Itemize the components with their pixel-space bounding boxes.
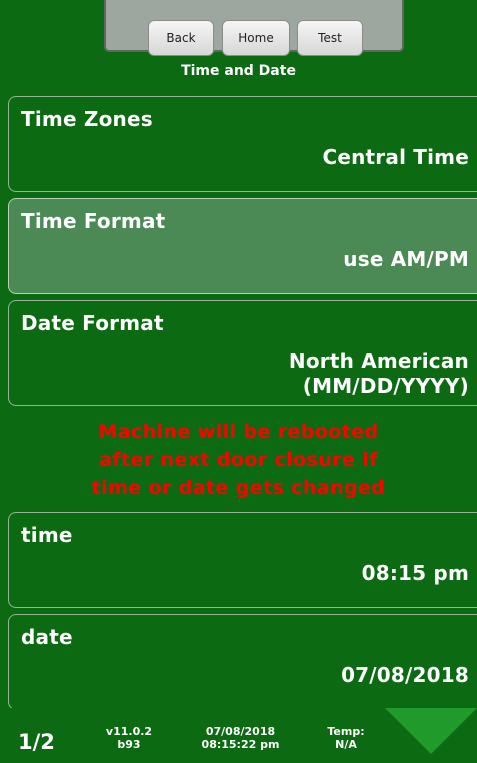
warning-line-1: Machine will be rebooted: [98, 421, 379, 443]
current-date: 07/08/2018: [205, 725, 276, 738]
date-format-value: North American (MM/DD/YYYY): [289, 349, 469, 399]
temperature-label: Temp:: [327, 725, 365, 738]
date-label: date: [21, 625, 73, 649]
version-info: v11.0.2 b93: [98, 725, 160, 751]
date-format-value-line1: North American: [288, 349, 469, 373]
next-page-button[interactable]: [385, 708, 477, 754]
warning-line-3: time or date gets changed: [91, 477, 386, 499]
time-format-setting[interactable]: Time Format use AM/PM: [8, 198, 477, 294]
reboot-warning: Machine will be rebooted after next door…: [0, 418, 477, 502]
test-button[interactable]: Test: [297, 20, 363, 56]
date-value: 07/08/2018: [341, 663, 469, 687]
temperature-value: N/A: [335, 738, 357, 751]
current-time: 08:15:22 pm: [201, 738, 280, 751]
date-format-setting[interactable]: Date Format North American (MM/DD/YYYY): [8, 300, 477, 406]
date-format-label: Date Format: [21, 311, 164, 335]
back-button[interactable]: Back: [148, 20, 214, 56]
time-label: time: [21, 523, 73, 547]
software-version: v11.0.2: [105, 725, 153, 738]
time-zones-setting[interactable]: Time Zones Central Time: [8, 96, 477, 192]
time-zones-value: Central Time: [322, 145, 469, 169]
time-format-value: use AM/PM: [343, 247, 469, 271]
time-format-label: Time Format: [21, 209, 166, 233]
date-format-value-line2: (MM/DD/YYYY): [302, 374, 469, 398]
time-date-screen: Back Home Test Time and Date Time Zones …: [0, 0, 477, 763]
warning-line-2: after next door closure if: [99, 449, 378, 471]
current-datetime: 07/08/2018 08:15:22 pm: [183, 725, 298, 751]
page-title: Time and Date: [181, 63, 296, 79]
time-value: 08:15 pm: [361, 561, 469, 585]
down-arrow-icon: [385, 708, 477, 754]
build-number: b93: [117, 738, 141, 751]
time-setting[interactable]: time 08:15 pm: [8, 512, 477, 608]
time-zones-label: Time Zones: [21, 107, 153, 131]
date-setting[interactable]: date 07/08/2018: [8, 614, 477, 710]
temperature-status: Temp: N/A: [318, 725, 374, 751]
page-indicator: 1/2: [18, 730, 55, 754]
home-button[interactable]: Home: [222, 20, 290, 56]
